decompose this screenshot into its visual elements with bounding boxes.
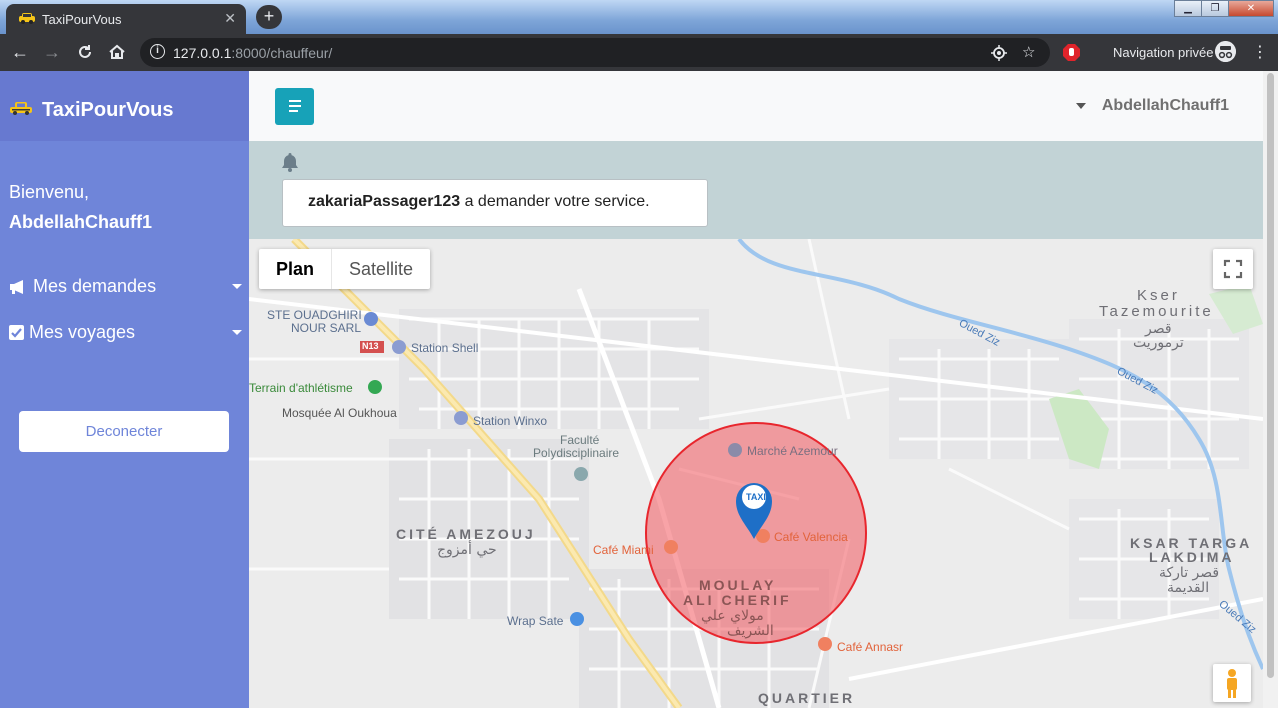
brand-name: TaxiPourVous (42, 99, 174, 121)
map-label: Café Annasr (837, 640, 904, 654)
welcome-text: Bienvenu, (9, 182, 90, 202)
map-type-satellite-button[interactable]: Satellite (332, 249, 430, 289)
chevron-down-icon (232, 330, 242, 335)
street-view-pegman-button[interactable] (1213, 664, 1251, 702)
home-icon[interactable] (108, 43, 126, 61)
top-navbar: AbdellahChauff1 (249, 71, 1263, 141)
reload-icon[interactable] (76, 43, 94, 61)
map-type-plan-button[interactable]: Plan (259, 249, 333, 289)
area-label-arabic: حي أمزوج (437, 542, 497, 558)
tab-title: TaxiPourVous (42, 12, 122, 27)
map-label: Station Shell (411, 341, 479, 355)
bell-icon[interactable] (281, 152, 299, 172)
area-label-arabic: القديمة (1167, 580, 1210, 596)
map-label: NOUR SARL (291, 321, 362, 335)
map-label: STE OUADGHIRI (267, 308, 362, 322)
sidebar-username: AbdellahChauff1 (9, 212, 153, 232)
taxi-favicon-icon (19, 13, 35, 24)
fullscreen-button[interactable] (1213, 249, 1253, 289)
pegman-icon (1227, 669, 1237, 698)
minimize-button[interactable]: ▁ (1174, 0, 1202, 17)
location-icon[interactable] (991, 45, 1007, 61)
area-label: Tazemourite (1099, 303, 1214, 320)
restore-button[interactable]: ❐ (1201, 0, 1229, 17)
map-label: Mosquée Al Oukhoua (282, 406, 397, 420)
address-bar[interactable]: i 127.0.0.1:8000/chauffeur/ ☆ (140, 38, 1050, 67)
tab-bar: TaxiPourVous ✕ + ▁ ❐ ✕ (0, 0, 1278, 34)
area-label: Kser (1137, 287, 1180, 304)
area-label: MOULAY (699, 577, 777, 593)
close-tab-icon[interactable]: ✕ (224, 10, 236, 27)
page-scrollbar[interactable] (1263, 71, 1278, 708)
logout-button[interactable]: Deconecter (19, 411, 229, 452)
browser-tab[interactable]: TaxiPourVous ✕ (6, 4, 246, 34)
megaphone-icon (10, 280, 23, 294)
bookmark-star-icon[interactable]: ☆ (1022, 43, 1035, 61)
new-tab-button[interactable]: + (256, 5, 282, 29)
map-label: Café Miami (593, 543, 654, 557)
map-label: Terrain d'athlétisme (249, 381, 353, 395)
window-close-button[interactable]: ✕ (1228, 0, 1274, 17)
user-dropdown-label: AbdellahChauff1 (1101, 97, 1229, 114)
back-icon[interactable]: ← (11, 43, 29, 61)
brand[interactable]: TaxiPourVous (0, 71, 249, 141)
map-type-control: Plan Satellite (259, 249, 431, 289)
area-label-arabic: مولاي علي (701, 608, 764, 624)
road-shield-label: N13 (362, 341, 379, 351)
map-label: Wrap Sate (507, 614, 564, 628)
checkbox-icon (9, 325, 24, 340)
map-label: Station Winxo (473, 414, 548, 428)
area-label: ALI CHERIF (683, 592, 792, 608)
extension-stop-icon[interactable] (1063, 44, 1080, 61)
user-dropdown[interactable]: AbdellahChauff1 (1075, 97, 1229, 115)
browser-toolbar: ← → i 127.0.0.1:8000/chauffeur/ ☆ Naviga… (0, 34, 1278, 71)
map-label: Café Valencia (774, 530, 848, 544)
map-label: Faculté (560, 433, 600, 447)
chevron-down-icon (232, 284, 242, 289)
taxi-icon (10, 102, 32, 115)
area-label-arabic: قصر تاركة (1159, 565, 1220, 581)
area-label: CITÉ AMEZOUJ (396, 526, 536, 542)
incognito-icon (1215, 41, 1236, 62)
area-label: QUARTIER (758, 690, 856, 706)
area-label-arabic: الشريف (727, 623, 774, 639)
url-text: 127.0.0.1:8000/chauffeur/ (173, 45, 333, 61)
map-label: Marché Azemour (747, 444, 838, 458)
private-browsing-label: Navigation privée (1113, 45, 1214, 60)
fullscreen-icon (1223, 259, 1243, 279)
notification-message: a demander votre service. (460, 193, 650, 210)
forward-icon[interactable]: → (43, 43, 61, 61)
browser-window: TaxiPourVous ✕ + ▁ ❐ ✕ ← → i 127.0.0.1:8… (0, 0, 1278, 708)
sidebar: TaxiPourVous Bienvenu, AbdellahChauff1 M… (0, 71, 249, 708)
notification-sender: zakariaPassager123 (308, 193, 461, 210)
area-label: LAKDIMA (1149, 549, 1235, 565)
map-view[interactable]: TAXI STE OUADGHIRI NOUR SARL N13 Station… (249, 239, 1263, 708)
site-info-icon[interactable]: i (150, 44, 165, 59)
caret-down-icon (1075, 103, 1086, 109)
map-label: Polydisciplinaire (533, 446, 620, 460)
sidebar-item-label: Mes demandes (33, 276, 157, 296)
sidebar-item-label: Mes voyages (29, 322, 136, 342)
taxi-marker-label: TAXI (746, 492, 766, 502)
browser-menu-icon[interactable]: ⋮ (1252, 42, 1268, 62)
area-label-arabic: ترموريت (1133, 335, 1184, 351)
sidebar-toggle-button[interactable] (275, 88, 314, 125)
notification-card[interactable]: zakariaPassager123 a demander votre serv… (282, 179, 708, 227)
notification-area: zakariaPassager123 a demander votre serv… (249, 141, 1263, 239)
